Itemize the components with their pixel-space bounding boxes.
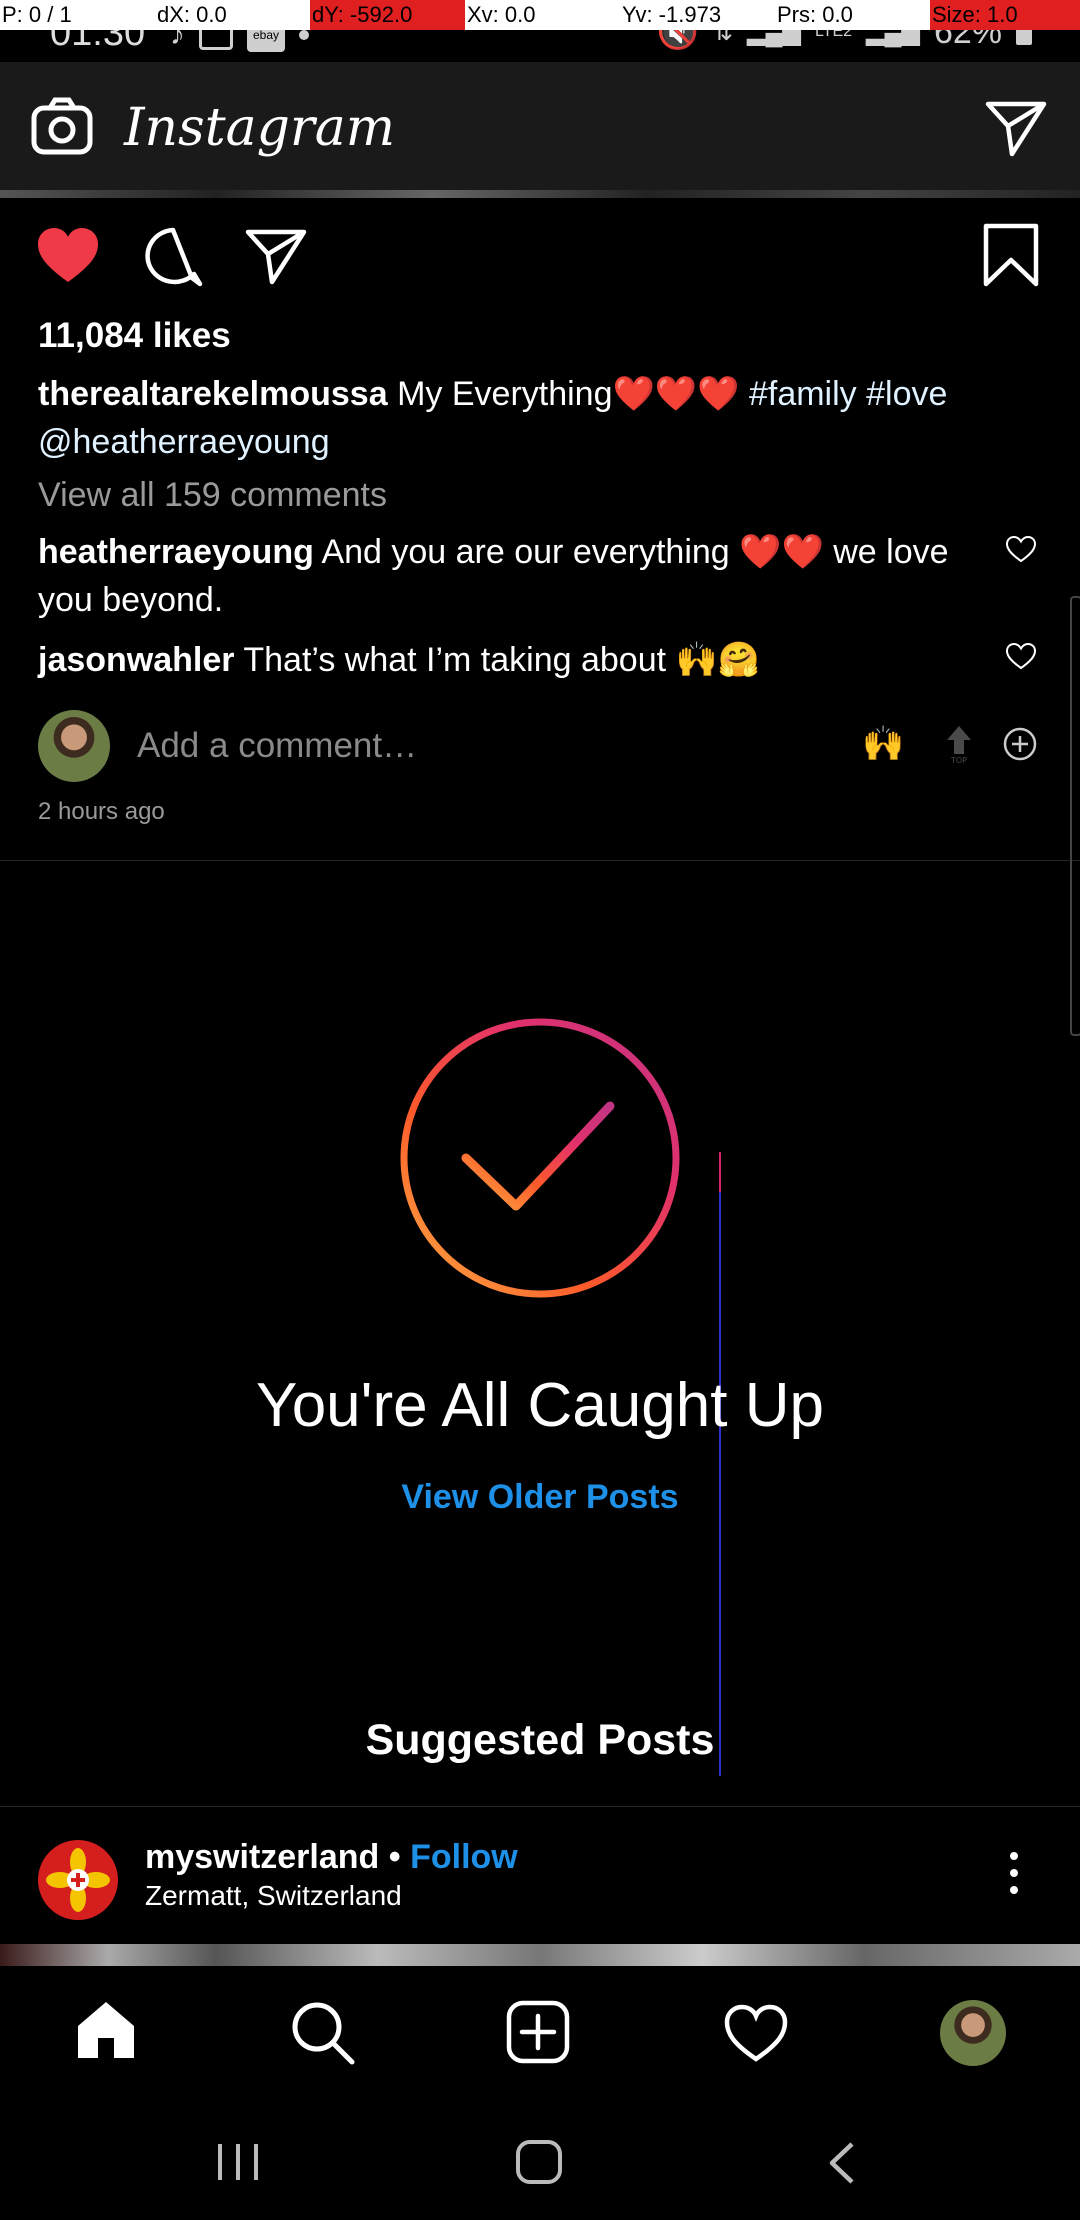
debug-cell: Yv: -1.973 <box>620 0 775 30</box>
debug-cell: Size: 1.0 <box>930 0 1080 30</box>
quick-emoji-button[interactable]: 🙌 <box>862 724 904 764</box>
more-notifications-icon <box>299 30 309 40</box>
system-nav-bar <box>0 2098 1080 2220</box>
instagram-logo: Instagram <box>124 98 396 158</box>
suggested-posts-heading: Suggested Posts <box>365 1716 715 1764</box>
view-all-comments-link[interactable]: View all 159 comments <box>38 476 387 515</box>
post-caption: therealtarekelmoussa My Everything❤️❤️❤️… <box>38 370 998 466</box>
profile-avatar[interactable] <box>940 2000 1006 2066</box>
direct-message-icon[interactable] <box>984 98 1048 158</box>
home-button-icon[interactable] <box>514 2138 564 2186</box>
home-icon[interactable] <box>74 2000 138 2060</box>
search-icon[interactable] <box>290 2000 356 2066</box>
app-header: Instagram <box>0 62 1080 190</box>
debug-cell: P: 0 / 1 <box>0 0 155 30</box>
suggested-location[interactable]: Zermatt, Switzerland <box>145 1880 402 1912</box>
comment-item: heatherraeyoung And you are our everythi… <box>38 528 968 624</box>
comment-like-icon[interactable] <box>1005 642 1037 670</box>
touch-trace-line <box>719 1152 721 1776</box>
myswitzerland-avatar[interactable] <box>38 1840 118 1920</box>
suggested-post-image-edge <box>0 1944 1080 1966</box>
suggested-account-name[interactable]: myswitzerland <box>145 1838 379 1876</box>
comment-text: That’s what I’m taking about 🙌🤗 <box>243 641 761 679</box>
post-image-edge <box>0 190 1080 198</box>
divider <box>0 860 1080 861</box>
caught-up-check-icon <box>400 1018 680 1298</box>
caught-up-title: You're All Caught Up <box>256 1371 824 1440</box>
back-icon[interactable] <box>824 2140 860 2186</box>
debug-cell: dX: 0.0 <box>155 0 310 30</box>
debug-cell: Xv: 0.0 <box>465 0 620 30</box>
follow-button[interactable]: Follow <box>410 1838 518 1876</box>
add-icon[interactable] <box>1003 727 1037 761</box>
activity-heart-icon[interactable] <box>724 2004 788 2062</box>
like-heart-icon[interactable] <box>36 226 100 284</box>
caption-author[interactable]: therealtarekelmoussa <box>38 375 388 413</box>
comment-icon[interactable] <box>142 226 204 288</box>
share-icon[interactable] <box>244 226 308 286</box>
divider <box>0 1806 1080 1807</box>
svg-text:TOP: TOP <box>950 756 967 764</box>
scroll-to-top-icon[interactable]: TOP <box>944 724 974 764</box>
user-avatar[interactable] <box>38 710 110 782</box>
comment-username[interactable]: jasonwahler <box>38 641 235 679</box>
like-count[interactable]: 11,084 likes <box>38 316 231 356</box>
post-timestamp: 2 hours ago <box>38 798 165 825</box>
view-older-posts-link[interactable]: View Older Posts <box>0 1478 1080 1517</box>
caption-mention[interactable]: @heatherraeyoung <box>38 423 330 461</box>
comment-item: jasonwahler That’s what I’m taking about… <box>38 636 968 684</box>
bookmark-icon[interactable] <box>982 222 1040 288</box>
camera-icon[interactable] <box>30 94 94 158</box>
debug-cell: Prs: 0.0 <box>775 0 930 30</box>
suggested-account-line: myswitzerland • Follow <box>145 1838 518 1877</box>
add-comment-input[interactable]: Add a comment… <box>137 726 417 766</box>
bottom-nav <box>0 1966 1080 2098</box>
comment-like-icon[interactable] <box>1005 535 1037 563</box>
pointer-debug-overlay: P: 0 / 1 dX: 0.0 dY: -592.0 Xv: 0.0 Yv: -1.9… <box>0 0 1080 30</box>
comment-username[interactable]: heatherraeyoung <box>38 533 314 571</box>
new-post-icon[interactable] <box>506 2000 570 2064</box>
caption-hashtags[interactable]: #family #love <box>749 375 947 413</box>
caption-text: My Everything <box>397 375 613 413</box>
caption-emoji: ❤️❤️❤️ <box>612 375 740 413</box>
recent-apps-icon[interactable] <box>214 2140 262 2184</box>
separator-dot: • <box>379 1838 411 1876</box>
scrollbar[interactable] <box>1070 596 1080 1036</box>
more-options-icon[interactable] <box>1010 1852 1018 1903</box>
debug-cell: dY: -592.0 <box>310 0 465 30</box>
